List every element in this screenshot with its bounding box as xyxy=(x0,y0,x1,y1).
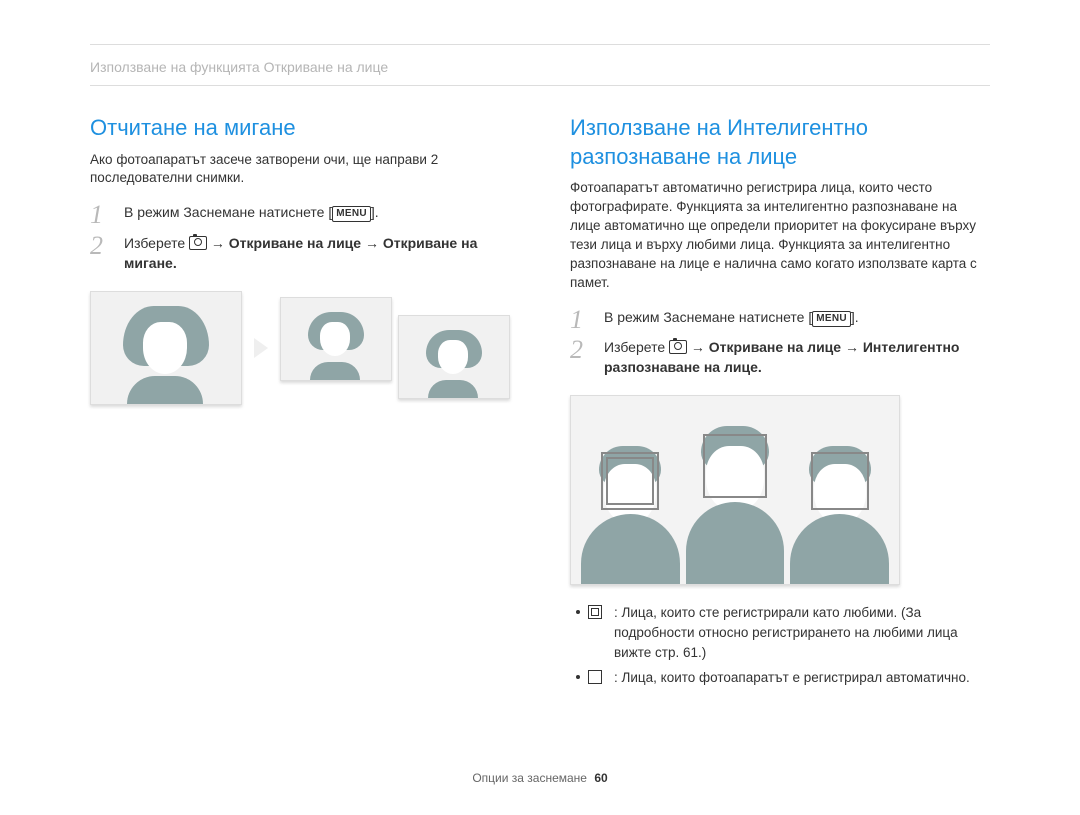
step-number: 2 xyxy=(90,227,103,265)
page-number: 60 xyxy=(594,771,607,785)
manual-page: Използване на функцията Откриване на лиц… xyxy=(0,0,1080,815)
intro-text: Фотоапаратът автоматично регистрира лица… xyxy=(570,179,990,292)
menu-button-icon: MENU xyxy=(332,206,371,222)
sample-photo xyxy=(90,291,242,405)
intro-text: Ако фотоапаратът засече затворени очи, щ… xyxy=(90,151,510,189)
face-icon xyxy=(424,328,484,398)
step-text: В режим Заснемане натиснете [MENU]. xyxy=(124,204,379,220)
step-2: 2 Изберете → Откриване на лице → Интелиг… xyxy=(570,337,990,378)
face-icon xyxy=(306,310,366,380)
focus-frame-favorite-icon xyxy=(601,452,659,510)
single-frame-icon xyxy=(588,670,602,684)
step-text: В режим Заснемане натиснете [MENU]. xyxy=(604,309,859,325)
step-number: 2 xyxy=(570,331,583,369)
divider xyxy=(90,85,990,86)
arrow-right-icon xyxy=(254,338,268,358)
person-icon xyxy=(790,424,889,584)
step-text: Изберете → Откриване на лице → Откриване… xyxy=(124,235,477,271)
bullet-icon xyxy=(576,675,580,679)
sample-photo xyxy=(398,315,510,399)
step-2: 2 Изберете → Откриване на лице → Открива… xyxy=(90,233,510,274)
section-heading-smart: Използване на Интелигентно разпознаване … xyxy=(570,114,990,171)
left-column: Отчитане на мигане Ако фотоапаратът засе… xyxy=(90,114,510,694)
step-text: Изберете → Откриване на лице → Интелиген… xyxy=(604,339,959,375)
face-icon xyxy=(121,304,211,404)
divider xyxy=(90,44,990,45)
group-illustration xyxy=(570,395,900,585)
columns: Отчитане на мигане Ако фотоапаратът засе… xyxy=(90,114,990,694)
steps-list: 1 В режим Заснемане натиснете [MENU]. 2 … xyxy=(90,202,510,273)
footer-label: Опции за заснемане xyxy=(472,771,587,785)
person-icon xyxy=(581,424,680,584)
photo-stack xyxy=(280,297,510,399)
sample-photo xyxy=(280,297,392,381)
step-1: 1 В режим Заснемане натиснете [MENU]. xyxy=(570,307,990,327)
camera-icon xyxy=(189,236,207,250)
step-1: 1 В режим Заснемане натиснете [MENU]. xyxy=(90,202,510,222)
blink-illustration xyxy=(90,291,510,405)
focus-frame-icon xyxy=(703,434,767,498)
menu-button-icon: MENU xyxy=(812,311,851,327)
double-frame-icon xyxy=(588,605,602,619)
page-footer: Опции за заснемане 60 xyxy=(0,771,1080,785)
right-column: Използване на Интелигентно разпознаване … xyxy=(570,114,990,694)
focus-frame-icon xyxy=(811,452,869,510)
legend-list: : Лица, които сте регистрирали като люби… xyxy=(576,603,990,687)
legend-item-favorite: : Лица, които сте регистрирали като люби… xyxy=(576,603,990,662)
steps-list: 1 В режим Заснемане натиснете [MENU]. 2 … xyxy=(570,307,990,378)
camera-icon xyxy=(669,340,687,354)
section-heading-blink: Отчитане на мигане xyxy=(90,114,510,143)
breadcrumb: Използване на функцията Откриване на лиц… xyxy=(90,53,990,75)
bullet-icon xyxy=(576,610,580,614)
legend-item-auto: : Лица, които фотоапаратът е регистрирал… xyxy=(576,668,990,688)
person-icon xyxy=(686,424,785,584)
